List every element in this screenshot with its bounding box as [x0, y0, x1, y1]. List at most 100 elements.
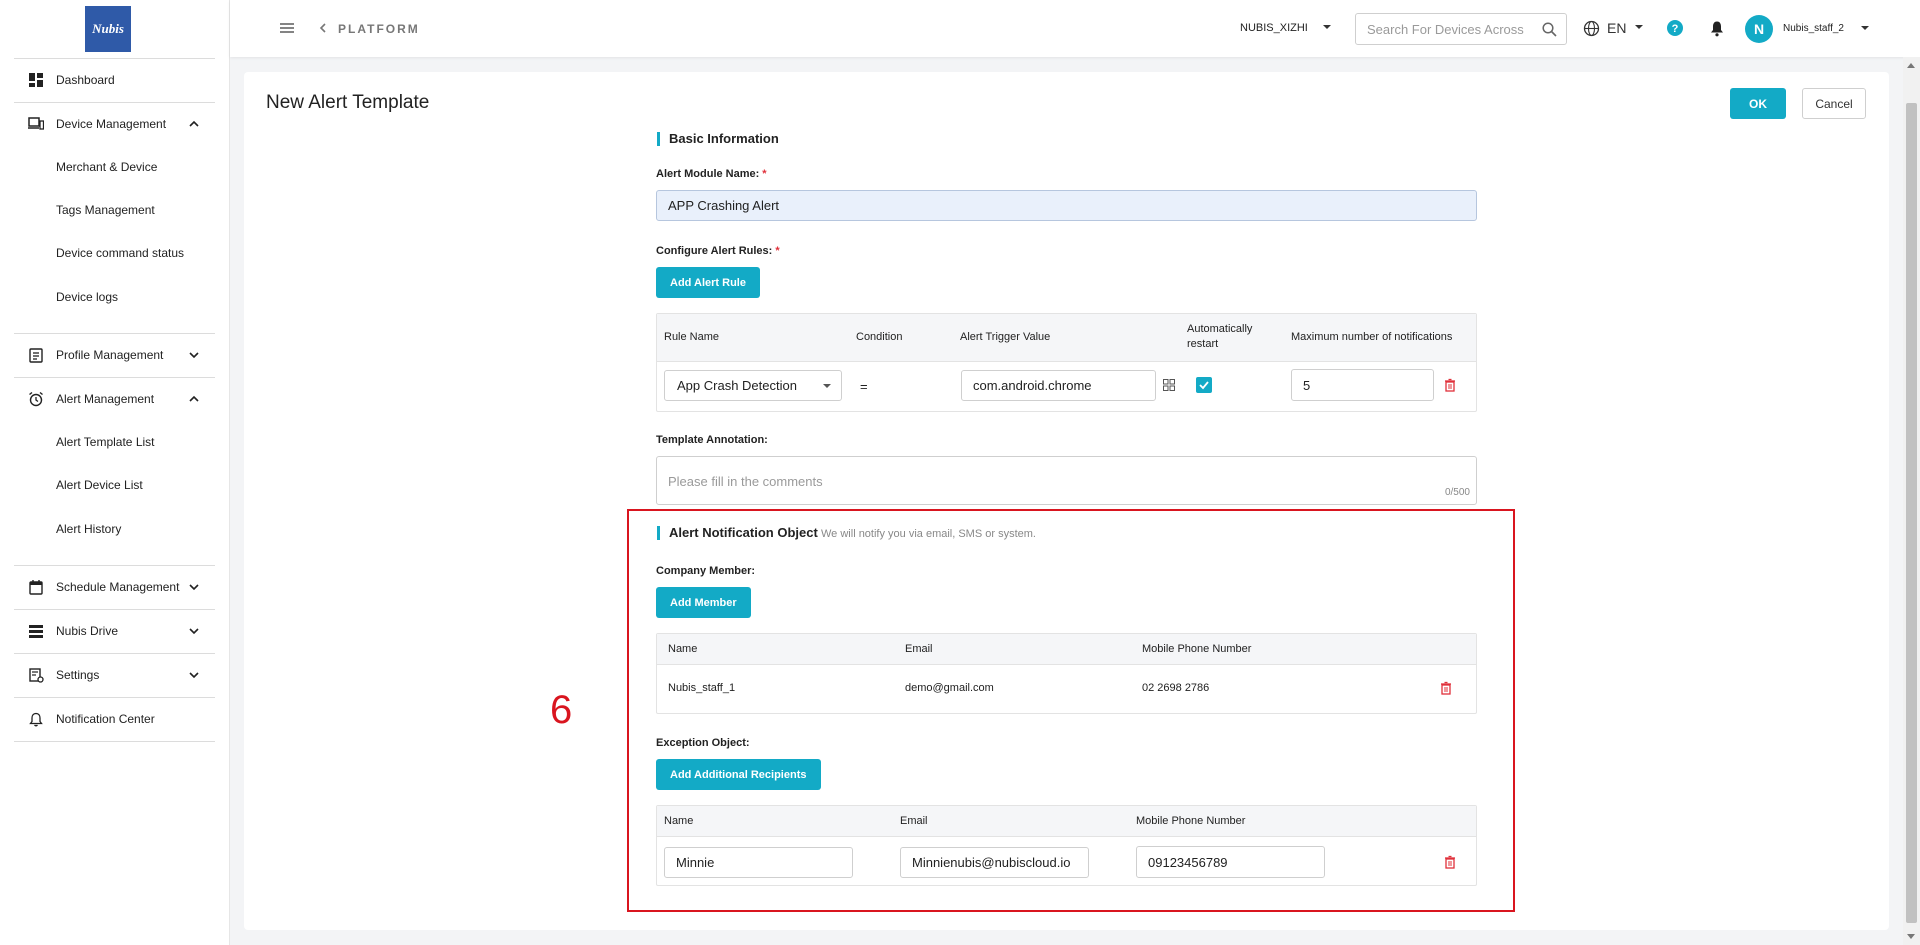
sidebar-subitem-merchant-device[interactable]: Merchant & Device	[56, 155, 157, 179]
sidebar-subitem-alert-device-list[interactable]: Alert Device List	[56, 473, 143, 497]
label-text: Alert Module Name:	[656, 168, 760, 180]
step-number-annotation: 6	[550, 688, 573, 732]
scrollbar-thumb[interactable]	[1906, 103, 1917, 923]
chevron-up-icon	[189, 395, 199, 402]
chevron-down-icon	[189, 584, 199, 591]
sidebar-item-label: Device Management	[56, 117, 167, 131]
divider	[14, 653, 215, 654]
caret-down-icon[interactable]	[1322, 24, 1332, 30]
language-selector[interactable]: EN	[1607, 20, 1626, 36]
sidebar-subitem-device-command-status[interactable]: Device command status	[56, 241, 184, 265]
page-title: New Alert Template	[266, 92, 430, 113]
breadcrumb-platform[interactable]: PLATFORM	[338, 22, 420, 36]
profile-document-icon	[28, 347, 44, 363]
column-header-max-notifications: Maximum number of notifications	[1291, 331, 1453, 343]
sidebar-item-alert-management[interactable]: Alert Management	[14, 384, 215, 414]
sidebar-subitem-tags-management[interactable]: Tags Management	[56, 198, 155, 222]
configure-alert-rules-label: Configure Alert Rules: *	[656, 245, 780, 257]
section-title-basic-information: Basic Information	[657, 132, 779, 146]
label-text: Configure Alert Rules:	[656, 245, 773, 257]
required-asterisk: *	[775, 245, 780, 257]
device-search-input[interactable]	[1356, 14, 1536, 44]
annotation-char-count: 0/500	[1444, 487, 1470, 498]
scan-grid-icon[interactable]	[1163, 379, 1175, 391]
trigger-value-input[interactable]: com.android.chrome	[961, 370, 1156, 401]
scroll-up-arrow-icon[interactable]	[1907, 63, 1915, 68]
svg-text:?: ?	[1672, 23, 1679, 35]
divider	[14, 333, 215, 334]
alarm-clock-icon	[28, 391, 44, 407]
divider	[14, 102, 215, 103]
sidebar-item-settings[interactable]: Settings	[14, 660, 215, 690]
template-annotation-label: Template Annotation:	[656, 434, 768, 446]
alert-rules-table: Rule Name Condition Alert Trigger Value …	[656, 313, 1477, 412]
divider	[14, 565, 215, 566]
help-icon[interactable]: ?	[1667, 20, 1683, 36]
notification-bell-icon[interactable]	[1709, 20, 1725, 37]
required-asterisk: *	[762, 168, 767, 180]
ok-button[interactable]: OK	[1730, 88, 1786, 119]
column-header-auto-restart: Automatically restart	[1187, 323, 1253, 350]
delete-rule-trash-icon[interactable]	[1443, 378, 1457, 392]
chevron-down-icon	[189, 628, 199, 635]
add-alert-rule-button[interactable]: Add Alert Rule	[656, 267, 760, 298]
sidebar-item-dashboard[interactable]: Dashboard	[14, 65, 215, 95]
sidebar: Nubis Dashboard Device Management Mercha…	[0, 0, 230, 945]
page-scrollbar[interactable]	[1903, 57, 1920, 945]
caret-down-icon[interactable]	[1635, 25, 1643, 30]
dashboard-icon	[28, 72, 44, 88]
chevron-up-icon	[189, 120, 199, 127]
divider	[14, 58, 215, 59]
sidebar-item-label: Schedule Management	[56, 580, 180, 594]
org-selector[interactable]: NUBIS_XIZHI	[1240, 22, 1308, 34]
nubis-logo[interactable]: Nubis	[85, 6, 131, 52]
rule-name-select[interactable]: App Crash Detection	[664, 370, 842, 401]
sidebar-subitem-alert-history[interactable]: Alert History	[56, 517, 121, 541]
caret-down-icon	[823, 384, 831, 388]
chevron-down-icon	[189, 352, 199, 359]
column-header-trigger-value: Alert Trigger Value	[960, 331, 1051, 343]
check-icon	[1199, 381, 1209, 390]
devices-icon	[28, 116, 44, 132]
globe-icon[interactable]	[1583, 20, 1600, 37]
device-search	[1355, 13, 1567, 45]
sidebar-item-schedule-management[interactable]: Schedule Management	[14, 572, 215, 602]
sidebar-item-nubis-drive[interactable]: Nubis Drive	[14, 616, 215, 646]
divider	[14, 377, 215, 378]
sidebar-item-label: Settings	[56, 668, 100, 682]
auto-restart-checkbox[interactable]	[1196, 377, 1212, 393]
sidebar-item-label: Nubis Drive	[56, 624, 119, 638]
divider	[14, 741, 215, 742]
scroll-down-arrow-icon[interactable]	[1907, 934, 1915, 939]
logo-text: Nubis	[92, 21, 124, 36]
caret-down-icon[interactable]	[1860, 25, 1870, 31]
table-header: Rule Name Condition Alert Trigger Value …	[657, 314, 1476, 362]
sidebar-item-profile-management[interactable]: Profile Management	[14, 340, 215, 370]
sidebar-item-label: Notification Center	[56, 712, 155, 726]
sidebar-item-label: Alert Management	[56, 392, 155, 406]
user-avatar[interactable]: N	[1745, 15, 1773, 43]
sidebar-item-device-management[interactable]: Device Management	[14, 109, 215, 139]
search-icon[interactable]	[1542, 22, 1557, 37]
back-chevron-icon[interactable]	[318, 21, 328, 35]
settings-document-icon	[28, 667, 44, 683]
annotation-placeholder: Please fill in the comments	[668, 474, 823, 489]
sidebar-item-notification-center[interactable]: Notification Center	[14, 704, 215, 734]
username[interactable]: Nubis_staff_2	[1783, 23, 1844, 34]
template-annotation-textarea[interactable]: Please fill in the comments 0/500	[656, 456, 1477, 505]
storage-drive-icon	[28, 623, 44, 639]
sidebar-item-label: Profile Management	[56, 348, 164, 362]
divider	[14, 609, 215, 610]
max-notifications-input[interactable]: 5	[1291, 369, 1434, 401]
sidebar-subitem-device-logs[interactable]: Device logs	[56, 285, 118, 309]
column-header-condition: Condition	[856, 331, 903, 343]
sidebar-subitem-alert-template-list[interactable]: Alert Template List	[56, 430, 155, 454]
highlight-box	[627, 509, 1515, 912]
column-header-rule-name: Rule Name	[664, 331, 720, 343]
calendar-icon	[28, 579, 44, 595]
cancel-button[interactable]: Cancel	[1802, 88, 1866, 119]
divider	[14, 697, 215, 698]
alert-module-name-input[interactable]: APP Crashing Alert	[656, 190, 1477, 221]
hamburger-menu-icon[interactable]	[278, 20, 296, 36]
condition-value: =	[860, 379, 868, 394]
